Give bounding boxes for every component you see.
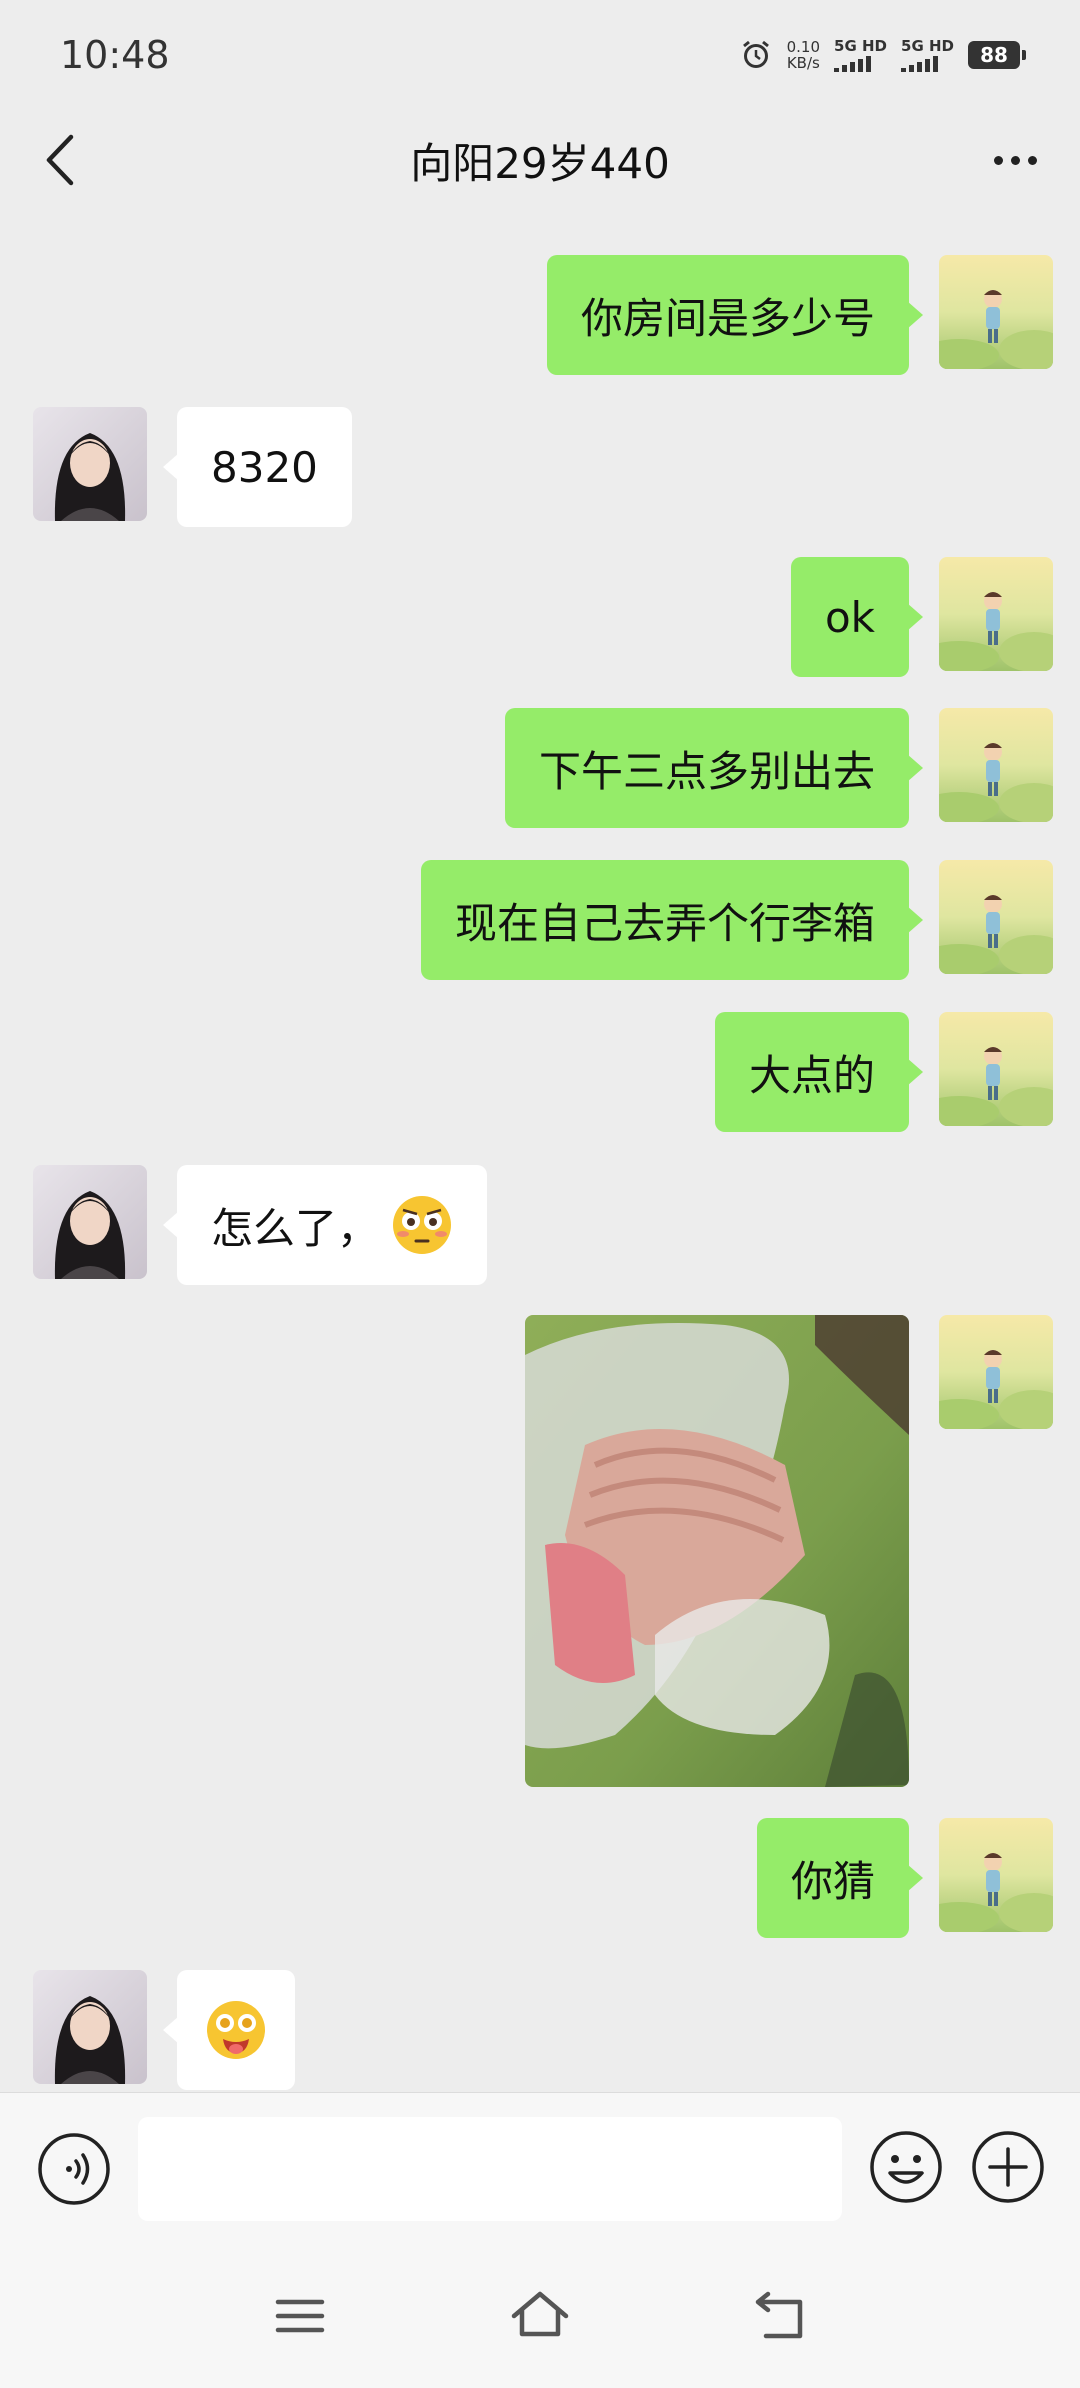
network-speed-value: 0.10 [786, 38, 821, 56]
message-bubble[interactable] [163, 1970, 295, 2090]
message-sent: ok [790, 557, 1053, 677]
my-avatar[interactable] [939, 1012, 1053, 1126]
signal-bars-icon [901, 56, 939, 72]
my-avatar[interactable] [939, 708, 1053, 822]
message-text: 你房间是多少号 [580, 293, 875, 343]
alarm-icon [742, 40, 769, 68]
flushed-face-icon [393, 1196, 452, 1254]
system-nav-bar [0, 2244, 1080, 2388]
sim1-signal: 5G HD [834, 38, 887, 72]
my-avatar[interactable] [939, 255, 1053, 369]
contact-avatar[interactable] [33, 407, 147, 521]
menu-icon[interactable] [268, 2284, 332, 2348]
message-received [33, 1970, 295, 2090]
network-speed-unit: KB/s [786, 54, 820, 72]
message-text: 现在自己去弄个行李箱 [454, 898, 875, 948]
message-bubble[interactable]: 怎么了， [162, 1165, 488, 1285]
cash-in-bag-photo [525, 1315, 909, 1787]
message-text: 8320 [211, 442, 318, 492]
message-text: ok [824, 592, 875, 642]
my-avatar[interactable] [939, 860, 1053, 974]
message-bubble[interactable]: 8320 [163, 407, 352, 527]
status-time: 10:48 [60, 33, 170, 77]
chevron-left-icon [46, 134, 74, 186]
back-icon[interactable] [748, 2284, 812, 2348]
message-text: 怎么了， [211, 1203, 380, 1253]
message-sent: 下午三点多别出去 [504, 708, 1053, 828]
signal-bars-icon [834, 56, 872, 72]
message-sent: 大点的 [714, 1012, 1053, 1132]
message-input[interactable] [138, 2117, 842, 2221]
contact-avatar[interactable] [33, 1165, 147, 1279]
contact-avatar[interactable] [33, 1970, 147, 2084]
sim1-label: 5G HD [834, 37, 888, 55]
smiley-icon[interactable] [868, 2129, 944, 2205]
message-bubble[interactable]: ok [790, 557, 924, 677]
message-sent: 现在自己去弄个行李箱 [420, 860, 1053, 980]
chat-header: 向阳29岁440 [0, 110, 1080, 210]
more-dot [1027, 155, 1037, 165]
message-text: 大点的 [748, 1050, 875, 1100]
status-icons: 0.10 KB/s 5G HD 5G HD 88 [739, 38, 1026, 72]
input-bar [0, 2092, 1080, 2244]
status-bar: 10:48 0.10 KB/s 5G HD 5G HD 88 [0, 0, 1080, 110]
more-options-button[interactable] [980, 130, 1050, 190]
message-received: 8320 [33, 407, 352, 527]
my-avatar[interactable] [939, 557, 1053, 671]
battery-indicator: 88 [968, 41, 1026, 69]
starstruck-tongue-face-icon [207, 2001, 265, 2059]
plus-icon[interactable] [970, 2129, 1046, 2205]
message-sent: 你猜 [756, 1818, 1053, 1938]
message-bubble[interactable]: 现在自己去弄个行李箱 [420, 860, 924, 980]
back-button[interactable] [30, 130, 90, 190]
network-speed: 0.10 KB/s [787, 39, 820, 71]
message-sent: 你房间是多少号 [546, 255, 1053, 375]
sim2-label: 5G HD [901, 37, 954, 55]
message-sent [525, 1315, 1053, 1787]
message-bubble[interactable]: 你猜 [756, 1818, 924, 1938]
message-bubble[interactable]: 你房间是多少号 [546, 255, 924, 375]
my-avatar[interactable] [939, 1315, 1053, 1429]
more-dot [993, 155, 1003, 165]
home-icon[interactable] [508, 2284, 572, 2348]
battery-level: 88 [980, 43, 1008, 67]
sim2-signal: 5G HD [901, 38, 954, 72]
more-dot [1010, 155, 1020, 165]
message-bubble[interactable]: 下午三点多别出去 [504, 708, 924, 828]
image-message[interactable] [525, 1315, 909, 1787]
chat-title: 向阳29岁440 [410, 138, 670, 188]
my-avatar[interactable] [939, 1818, 1053, 1932]
message-list[interactable]: 你房间是多少号 8320 ok 下午三点多别出去 现在自己去弄个行李箱 大点的 [0, 210, 1080, 2090]
message-text: 你猜 [790, 1856, 875, 1906]
message-received: 怎么了， [33, 1165, 488, 1285]
message-bubble[interactable]: 大点的 [714, 1012, 924, 1132]
message-text: 下午三点多别出去 [538, 746, 875, 796]
voice-icon[interactable] [36, 2131, 112, 2207]
